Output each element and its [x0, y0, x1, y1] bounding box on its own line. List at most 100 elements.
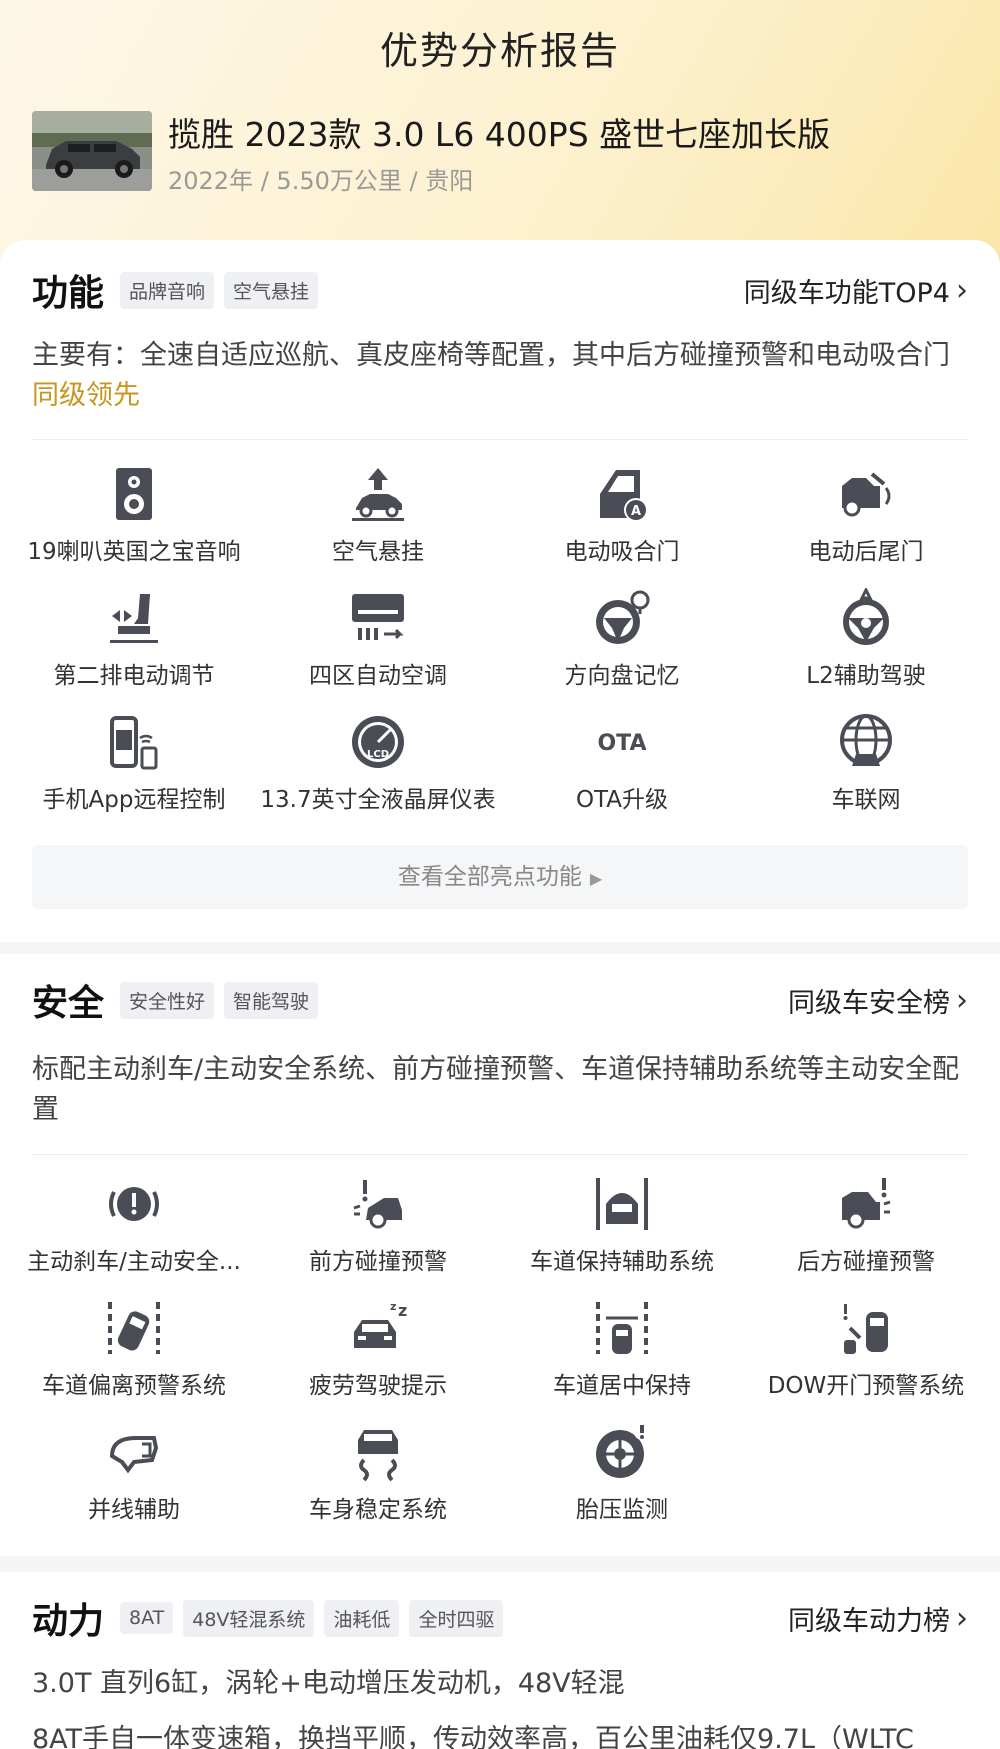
ota-icon: OTA	[597, 731, 646, 756]
safety-description: 标配主动刹车/主动安全系统、前方碰撞预警、车道保持辅助系统等主动安全配置	[32, 1054, 960, 1125]
feature-item[interactable]: DOW开门预警系统	[744, 1290, 988, 1400]
feature-item[interactable]: 后方碰撞预警	[744, 1166, 988, 1276]
feature-label: 四区自动空调	[309, 663, 447, 689]
feature-label: 13.7英寸全液晶屏仪表	[260, 787, 496, 813]
lcd-gauge-icon: LCD	[352, 716, 404, 768]
power-tag: 油耗低	[324, 1599, 400, 1637]
feature-item[interactable]: 车身稳定系统	[256, 1414, 500, 1524]
feature-item[interactable]: 空气悬挂	[256, 456, 500, 566]
feature-label: 手机App远程控制	[42, 787, 226, 813]
feature-label: 车道保持辅助系统	[530, 1249, 714, 1275]
feature-label: OTA升级	[575, 787, 669, 813]
feature-item[interactable]: 车道居中保持	[500, 1290, 744, 1400]
view-all-label: 查看全部亮点功能	[397, 864, 582, 890]
feature-label: DOW开门预警系统	[767, 1373, 965, 1399]
feature-item[interactable]: z z 疲劳驾驶提示	[256, 1290, 500, 1400]
function-tag: 空气悬挂	[224, 271, 319, 309]
speaker-icon	[116, 468, 152, 520]
feature-item[interactable]: 方向盘记忆	[500, 580, 744, 690]
power-description-line1: 3.0T 直列6缸，涡轮+电动增压发动机，48V轻混	[32, 1668, 625, 1699]
power-link-label: 同级车动力榜	[788, 1605, 950, 1637]
feature-label: 胎压监测	[576, 1497, 668, 1523]
lane-center-icon	[596, 1302, 648, 1354]
feature-label: 前方碰撞预警	[309, 1249, 447, 1275]
safety-tag: 智能驾驶	[224, 981, 319, 1019]
front-collision-icon	[353, 1180, 402, 1229]
power-title: 动力	[32, 1601, 105, 1642]
chevron-right-icon: ›	[956, 272, 968, 308]
function-title: 功能	[32, 273, 105, 314]
power-tag: 8AT	[120, 1602, 174, 1634]
feature-label: 疲劳驾驶提示	[309, 1373, 447, 1399]
rear-collision-icon	[842, 1178, 891, 1229]
divider	[32, 1154, 968, 1155]
car-meta: 2022年 / 5.50万公里 / 贵阳	[168, 167, 474, 195]
tire-pressure-icon	[596, 1424, 650, 1478]
steering-memory-icon	[596, 590, 650, 644]
function-desc-text: 主要有：全速自适应巡航、真皮座椅等配置，其中后方碰撞预警和电动吸合门	[32, 340, 950, 371]
feature-item[interactable]: 车联网	[744, 704, 988, 814]
feature-label: 电动后尾门	[808, 539, 924, 565]
feature-item[interactable]: 四区自动空调	[256, 580, 500, 690]
power-description-line2: 8AT手自一体变速箱，换挡平顺，传动效率高，百公里油耗仅9.7L（WLTC	[32, 1724, 914, 1749]
blind-spot-icon	[109, 1436, 159, 1474]
feature-label: 车道居中保持	[553, 1373, 691, 1399]
lane-departure-icon	[108, 1302, 160, 1354]
svg-text:A: A	[631, 504, 641, 519]
svg-text:z: z	[398, 1301, 407, 1320]
connected-car-icon	[840, 714, 892, 766]
feature-label: 电动吸合门	[564, 539, 680, 565]
safety-ranking-link[interactable]: 同级车安全榜 ›	[788, 981, 968, 1020]
feature-label: L2辅助驾驶	[806, 663, 926, 689]
function-description: 主要有：全速自适应巡航、真皮座椅等配置，其中后方碰撞预警和电动吸合门同级领先	[32, 336, 968, 416]
feature-item[interactable]: LCD 13.7英寸全液晶屏仪表	[256, 704, 500, 814]
safety-tag: 安全性好	[120, 981, 215, 1019]
car-name: 揽胜 2023款 3.0 L6 400PS 盛世七座加长版	[168, 115, 831, 154]
safety-title: 安全	[32, 983, 105, 1024]
air-conditioner-icon	[352, 594, 404, 640]
feature-item[interactable]: 手机App远程控制	[12, 704, 256, 814]
stability-icon	[358, 1430, 398, 1482]
feature-item[interactable]: 第二排电动调节	[12, 580, 256, 690]
function-tag: 品牌音响	[120, 271, 215, 309]
lane-keep-icon	[596, 1178, 648, 1230]
svg-text:z: z	[390, 1300, 396, 1313]
safety-header: 安全 安全性好 智能驾驶 同级车安全榜 ›	[32, 976, 968, 1024]
feature-item[interactable]: 电动后尾门	[744, 456, 988, 566]
assist-driving-icon	[843, 588, 889, 645]
feature-item[interactable]: OTA OTA升级	[500, 704, 744, 814]
function-top4-link[interactable]: 同级车功能TOP4 ›	[744, 271, 968, 310]
safety-link-label: 同级车安全榜	[788, 987, 950, 1019]
feature-item[interactable]: 胎压监测	[500, 1414, 744, 1524]
feature-item[interactable]: A 电动吸合门	[500, 456, 744, 566]
function-link-label: 同级车功能TOP4	[743, 277, 950, 309]
feature-item[interactable]: 车道保持辅助系统	[500, 1166, 744, 1276]
feature-label: 车身稳定系统	[309, 1497, 447, 1523]
feature-item[interactable]: 主动刹车/主动安全...	[12, 1166, 256, 1276]
feature-label: 车道偏离预警系统	[42, 1373, 226, 1399]
function-section: 功能 品牌音响 空气悬挂 同级车功能TOP4 › 主要有：全速自适应巡航、真皮座…	[0, 240, 1000, 942]
safety-section: 安全 安全性好 智能驾驶 同级车安全榜 › 标配主动刹车/主动安全系统、前方碰撞…	[0, 954, 1000, 1556]
feature-label: 并线辅助	[88, 1497, 180, 1523]
power-section: 动力 8AT 48V轻混系统 油耗低 全时四驱 同级车动力榜 › 3.0T 直列…	[0, 1572, 1000, 1749]
view-all-features-button[interactable]: 查看全部亮点功能 ▶	[32, 845, 968, 909]
phone-remote-icon	[110, 716, 158, 770]
fatigue-icon: z z	[354, 1300, 407, 1348]
power-tag: 48V轻混系统	[183, 1599, 315, 1637]
power-tailgate-icon	[842, 472, 891, 517]
feature-item[interactable]: 并线辅助	[12, 1414, 256, 1524]
feature-label: 19喇叭英国之宝音响	[27, 539, 241, 565]
page-title: 优势分析报告	[379, 29, 620, 73]
feature-item[interactable]: 前方碰撞预警	[256, 1166, 500, 1276]
feature-item[interactable]: L2辅助驾驶	[744, 580, 988, 690]
feature-item[interactable]: 19喇叭英国之宝音响	[12, 456, 256, 566]
soft-close-door-icon: A	[600, 470, 648, 522]
feature-item[interactable]: 车道偏离预警系统	[12, 1290, 256, 1400]
power-ranking-link[interactable]: 同级车动力榜 ›	[788, 1599, 968, 1638]
feature-label: 空气悬挂	[332, 539, 424, 565]
car-thumbnail[interactable]	[32, 111, 152, 191]
feature-label: 第二排电动调节	[53, 663, 215, 689]
feature-label: 方向盘记忆	[564, 663, 680, 689]
door-open-warning-icon	[843, 1304, 888, 1354]
feature-label: 车联网	[831, 787, 901, 813]
